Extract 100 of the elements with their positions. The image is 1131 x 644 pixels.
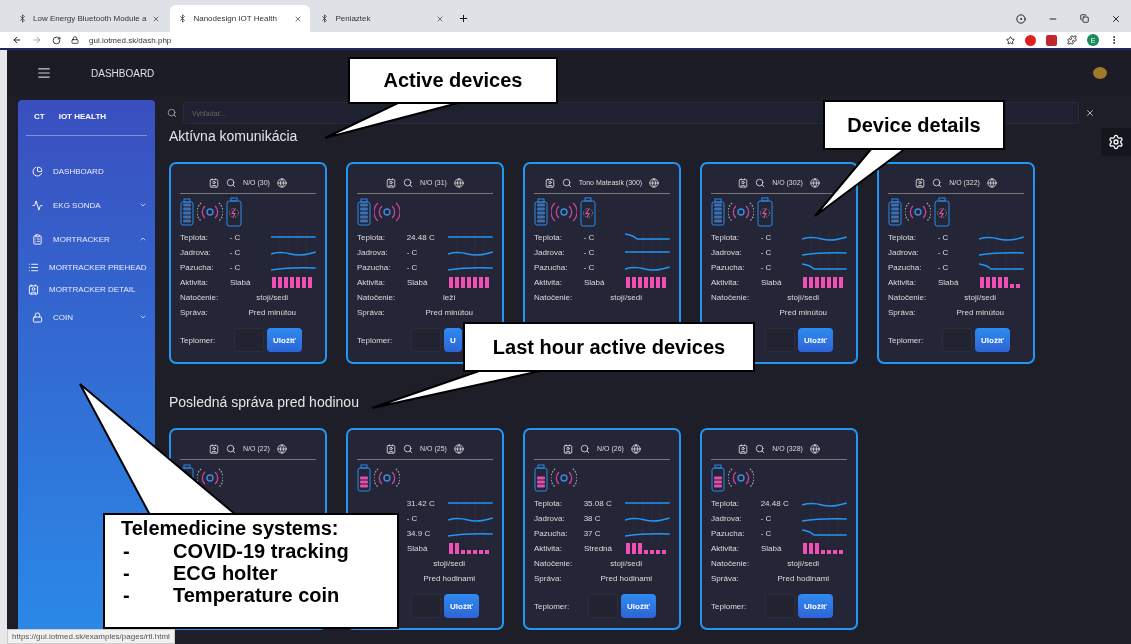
field-label: Natočenie:: [534, 293, 574, 302]
field-value: Stredná: [584, 544, 614, 553]
search-icon[interactable]: [580, 443, 591, 454]
sidebar-item[interactable]: MORTRACKER: [26, 222, 147, 256]
browser-tab[interactable]: Peniaztek: [312, 5, 453, 32]
extension-icon[interactable]: [1025, 34, 1036, 46]
search-icon[interactable]: [755, 443, 766, 454]
id-card-icon[interactable]: [738, 177, 749, 188]
record-icon[interactable]: [1016, 13, 1026, 24]
field-value: - C: [583, 263, 596, 272]
bullet: -: [122, 540, 131, 562]
bookmark-star-icon[interactable]: [1006, 35, 1015, 45]
field-value: - C: [760, 248, 773, 257]
sparkline-chart: [448, 512, 493, 525]
search-icon[interactable]: [403, 443, 414, 454]
id-card-icon[interactable]: [738, 443, 749, 454]
id-card-icon[interactable]: [386, 443, 397, 454]
save-button[interactable]: Uložiť: [798, 328, 833, 352]
browser-tab[interactable]: Low Energy Bluetooth Module a: [10, 5, 169, 32]
url-field[interactable]: gui.iotmed.sk/dash.php: [89, 35, 996, 45]
user-avatar[interactable]: [1093, 67, 1107, 79]
sidebar-item[interactable]: MORTRACKER DETAIL: [26, 278, 147, 300]
new-tab-icon[interactable]: [458, 13, 470, 24]
globe-icon[interactable]: [986, 177, 997, 188]
field-label: Natočenie:: [357, 293, 397, 302]
field-value: stojí/sedí: [786, 559, 821, 568]
field-value: Pred hodinami: [776, 574, 831, 583]
field-value: stojí/sedí: [609, 293, 644, 302]
save-button[interactable]: Uložiť: [444, 594, 479, 618]
sidebar-item[interactable]: EKG SONDA: [26, 188, 147, 222]
id-card-icon[interactable]: [386, 177, 397, 188]
field-value: 34.9 C: [406, 529, 432, 538]
sidebar-item[interactable]: DASHBOARD: [26, 154, 147, 188]
id-card-icon[interactable]: [544, 177, 555, 188]
id-card-icon[interactable]: [209, 443, 220, 454]
charging-battery-icon: [226, 197, 242, 227]
globe-icon[interactable]: [453, 177, 464, 188]
globe-icon[interactable]: [809, 443, 820, 454]
field-value: Slabá: [407, 278, 429, 287]
field-label: Jadrova:: [888, 248, 920, 257]
field-label: Teplota:: [357, 233, 387, 242]
search-icon[interactable]: [403, 177, 414, 188]
field-value: Slabá: [938, 278, 960, 287]
extensions-icon[interactable]: [1067, 35, 1077, 45]
field-value: - C: [583, 233, 596, 242]
field-value: - C: [937, 263, 950, 272]
menu-icon[interactable]: [37, 66, 51, 80]
sparkline-chart: [802, 497, 847, 510]
page-title: DASHBOARD: [91, 67, 156, 79]
field-value: - C: [760, 233, 773, 242]
sparkline-chart: [271, 246, 316, 259]
search-icon[interactable]: [932, 177, 943, 188]
status-url: https://gui.iotmed.sk/examples/pages/rtl.html: [7, 629, 175, 644]
sparkline-chart: [625, 231, 670, 244]
globe-icon[interactable]: [276, 443, 287, 454]
sparkline-chart: [802, 246, 847, 259]
callout-text: Telemedicine systems:: [120, 517, 340, 540]
search-icon: [167, 108, 177, 118]
browser-tab[interactable]: Nanodesign IOT Health: [170, 5, 311, 32]
id-card-icon[interactable]: [209, 177, 220, 188]
field-label: Aktivita:: [534, 278, 563, 287]
id-card-icon[interactable]: [915, 177, 926, 188]
search-icon[interactable]: [226, 443, 237, 454]
save-button[interactable]: U: [444, 328, 462, 352]
id-card-icon[interactable]: [563, 443, 574, 454]
back-icon[interactable]: [12, 35, 22, 45]
field-label: Teplota:: [888, 233, 918, 242]
field-label: Správa:: [180, 308, 209, 317]
field-label: Aktivita:: [711, 544, 740, 553]
field-value: Pred minútou: [955, 308, 1006, 317]
field-label: Pazucha:: [357, 263, 392, 272]
sidebar-item[interactable]: COIN: [26, 300, 147, 334]
field-value: - C: [229, 263, 242, 272]
sparkline-chart: [625, 527, 670, 540]
brand-logo: CT: [34, 112, 45, 121]
globe-icon[interactable]: [630, 443, 641, 454]
field-label: Pazucha:: [711, 263, 746, 272]
save-button[interactable]: Uložiť: [621, 594, 656, 618]
settings-button[interactable]: [1101, 128, 1131, 156]
close-icon[interactable]: [1085, 108, 1095, 118]
field-label: Aktivita:: [357, 278, 386, 287]
globe-icon[interactable]: [649, 177, 660, 188]
close-icon[interactable]: [1111, 13, 1121, 24]
globe-icon[interactable]: [453, 443, 464, 454]
extension-icon[interactable]: [1046, 34, 1057, 46]
globe-icon[interactable]: [276, 177, 287, 188]
save-button[interactable]: Uložiť: [975, 328, 1010, 352]
save-button[interactable]: Uložiť: [267, 328, 302, 352]
field-value: 38 C: [583, 514, 602, 523]
save-button[interactable]: Uložiť: [798, 594, 833, 618]
search-icon[interactable]: [226, 177, 237, 188]
search-icon[interactable]: [561, 177, 572, 188]
field-label: Jadrova:: [534, 514, 566, 523]
reload-icon[interactable]: [52, 35, 61, 45]
globe-icon[interactable]: [809, 177, 820, 188]
search-icon[interactable]: [755, 177, 766, 188]
restore-icon[interactable]: [1080, 14, 1089, 23]
sparkline-chart: [448, 261, 493, 274]
sidebar-item[interactable]: MORTRACKER PREHEAD: [26, 256, 147, 278]
field-label: Teplomer:: [180, 335, 217, 345]
